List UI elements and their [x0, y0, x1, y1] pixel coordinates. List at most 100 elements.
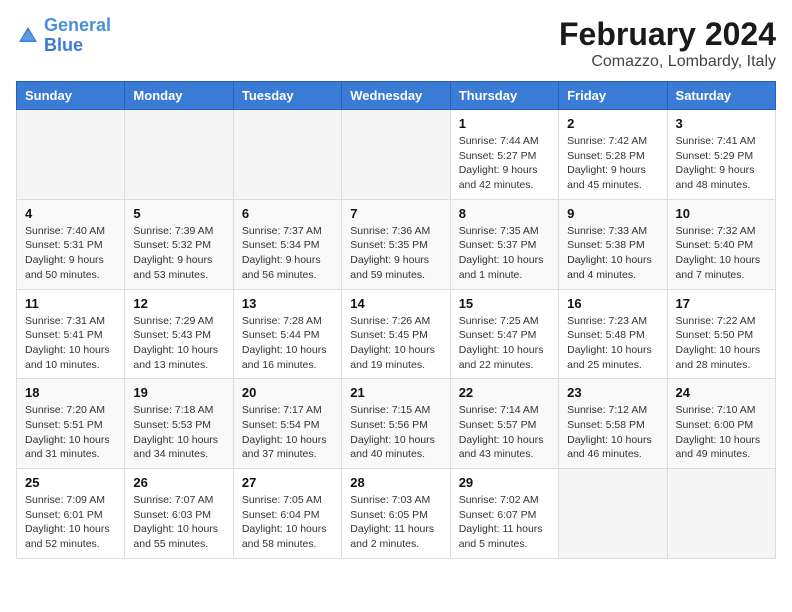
- day-number: 19: [133, 385, 224, 400]
- calendar-cell: 5 Sunrise: 7:39 AMSunset: 5:32 PMDaylight…: [125, 199, 233, 289]
- calendar-cell: 12Sunrise: 7:29 AMSunset: 5:43 PMDayligh…: [125, 289, 233, 379]
- calendar-week-row: 25 Sunrise: 7:09 AMSunset: 6:01 PMDayligh…: [17, 469, 776, 559]
- logo: General Blue: [16, 16, 111, 56]
- day-number: 23: [567, 385, 658, 400]
- day-of-week-header: Monday: [125, 82, 233, 110]
- day-info: Sunrise: 7:09 AMSunset: 6:01 PMDaylight:…: [25, 493, 116, 552]
- day-of-week-header: Tuesday: [233, 82, 341, 110]
- day-info: Sunrise: 7:18 AMSunset: 5:53 PMDaylight:…: [133, 403, 224, 462]
- calendar-cell: 20 Sunrise: 7:17 AMSunset: 5:54 PMDayligh…: [233, 379, 341, 469]
- day-info: Sunrise: 7:22 AMSunset: 5:50 PMDaylight:…: [676, 314, 767, 373]
- calendar-table: SundayMondayTuesdayWednesdayThursdayFrid…: [16, 81, 776, 559]
- day-info: Sunrise: 7:20 AMSunset: 5:51 PMDaylight:…: [25, 403, 116, 462]
- day-info: Sunrise: 7:40 AMSunset: 5:31 PMDaylight:…: [25, 224, 116, 283]
- day-number: 24: [676, 385, 767, 400]
- calendar-cell: 16 Sunrise: 7:23 AMSunset: 5:48 PMDayligh…: [559, 289, 667, 379]
- day-info: Sunrise: 7:41 AMSunset: 5:29 PMDaylight:…: [676, 134, 767, 193]
- calendar-cell: 11 Sunrise: 7:31 AMSunset: 5:41 PMDayligh…: [17, 289, 125, 379]
- day-info: Sunrise: 7:42 AMSunset: 5:28 PMDaylight:…: [567, 134, 658, 193]
- day-number: 26: [133, 475, 224, 490]
- day-number: 6: [242, 206, 333, 221]
- day-info: Sunrise: 7:31 AMSunset: 5:41 PMDaylight:…: [25, 314, 116, 373]
- day-of-week-header: Thursday: [450, 82, 558, 110]
- calendar-cell: 10 Sunrise: 7:32 AMSunset: 5:40 PMDayligh…: [667, 199, 775, 289]
- calendar-cell: [17, 110, 125, 200]
- calendar-cell: 3 Sunrise: 7:41 AMSunset: 5:29 PMDaylight…: [667, 110, 775, 200]
- day-info: Sunrise: 7:37 AMSunset: 5:34 PMDaylight:…: [242, 224, 333, 283]
- calendar-week-row: 4 Sunrise: 7:40 AMSunset: 5:31 PMDaylight…: [17, 199, 776, 289]
- day-number: 22: [459, 385, 550, 400]
- day-info: Sunrise: 7:39 AMSunset: 5:32 PMDaylight:…: [133, 224, 224, 283]
- day-number: 13: [242, 296, 333, 311]
- day-info: Sunrise: 7:36 AMSunset: 5:35 PMDaylight:…: [350, 224, 441, 283]
- calendar-cell: 18 Sunrise: 7:20 AMSunset: 5:51 PMDayligh…: [17, 379, 125, 469]
- calendar-cell: 29 Sunrise: 7:02 AMSunset: 6:07 PMDayligh…: [450, 469, 558, 559]
- day-number: 17: [676, 296, 767, 311]
- day-number: 20: [242, 385, 333, 400]
- day-number: 21: [350, 385, 441, 400]
- day-info: Sunrise: 7:23 AMSunset: 5:48 PMDaylight:…: [567, 314, 658, 373]
- day-number: 9: [567, 206, 658, 221]
- calendar-week-row: 11 Sunrise: 7:31 AMSunset: 5:41 PMDayligh…: [17, 289, 776, 379]
- calendar-cell: 15 Sunrise: 7:25 AMSunset: 5:47 PMDayligh…: [450, 289, 558, 379]
- logo-icon: [16, 24, 40, 48]
- calendar-cell: 2 Sunrise: 7:42 AMSunset: 5:28 PMDaylight…: [559, 110, 667, 200]
- month-title: February 2024: [559, 16, 776, 53]
- title-area: February 2024 Comazzo, Lombardy, Italy: [559, 16, 776, 71]
- day-number: 27: [242, 475, 333, 490]
- day-number: 28: [350, 475, 441, 490]
- calendar-cell: 21Sunrise: 7:15 AMSunset: 5:56 PMDayligh…: [342, 379, 450, 469]
- calendar-cell: 17 Sunrise: 7:22 AMSunset: 5:50 PMDayligh…: [667, 289, 775, 379]
- day-info: Sunrise: 7:28 AMSunset: 5:44 PMDaylight:…: [242, 314, 333, 373]
- calendar-cell: 1 Sunrise: 7:44 AMSunset: 5:27 PMDaylight…: [450, 110, 558, 200]
- day-number: 4: [25, 206, 116, 221]
- day-info: Sunrise: 7:12 AMSunset: 5:58 PMDaylight:…: [567, 403, 658, 462]
- day-number: 12: [133, 296, 224, 311]
- calendar-cell: [559, 469, 667, 559]
- day-info: Sunrise: 7:25 AMSunset: 5:47 PMDaylight:…: [459, 314, 550, 373]
- day-of-week-header: Friday: [559, 82, 667, 110]
- calendar-cell: 27Sunrise: 7:05 AMSunset: 6:04 PMDayligh…: [233, 469, 341, 559]
- day-number: 2: [567, 116, 658, 131]
- calendar-body: 1 Sunrise: 7:44 AMSunset: 5:27 PMDaylight…: [17, 110, 776, 559]
- calendar-cell: 23 Sunrise: 7:12 AMSunset: 5:58 PMDayligh…: [559, 379, 667, 469]
- day-number: 11: [25, 296, 116, 311]
- calendar-week-row: 18 Sunrise: 7:20 AMSunset: 5:51 PMDayligh…: [17, 379, 776, 469]
- calendar-cell: [667, 469, 775, 559]
- day-info: Sunrise: 7:17 AMSunset: 5:54 PMDaylight:…: [242, 403, 333, 462]
- day-number: 1: [459, 116, 550, 131]
- calendar-cell: 25 Sunrise: 7:09 AMSunset: 6:01 PMDayligh…: [17, 469, 125, 559]
- calendar-cell: 8Sunrise: 7:35 AMSunset: 5:37 PMDaylight…: [450, 199, 558, 289]
- day-info: Sunrise: 7:14 AMSunset: 5:57 PMDaylight:…: [459, 403, 550, 462]
- calendar-cell: [342, 110, 450, 200]
- calendar-cell: 4 Sunrise: 7:40 AMSunset: 5:31 PMDaylight…: [17, 199, 125, 289]
- day-number: 3: [676, 116, 767, 131]
- day-number: 25: [25, 475, 116, 490]
- calendar-cell: [233, 110, 341, 200]
- day-number: 8: [459, 206, 550, 221]
- calendar-week-row: 1 Sunrise: 7:44 AMSunset: 5:27 PMDaylight…: [17, 110, 776, 200]
- day-info: Sunrise: 7:44 AMSunset: 5:27 PMDaylight:…: [459, 134, 550, 193]
- day-of-week-header: Saturday: [667, 82, 775, 110]
- calendar-cell: 28Sunrise: 7:03 AMSunset: 6:05 PMDayligh…: [342, 469, 450, 559]
- calendar-cell: 9 Sunrise: 7:33 AMSunset: 5:38 PMDaylight…: [559, 199, 667, 289]
- day-info: Sunrise: 7:26 AMSunset: 5:45 PMDaylight:…: [350, 314, 441, 373]
- day-number: 29: [459, 475, 550, 490]
- day-of-week-header: Sunday: [17, 82, 125, 110]
- day-number: 16: [567, 296, 658, 311]
- calendar-cell: 14Sunrise: 7:26 AMSunset: 5:45 PMDayligh…: [342, 289, 450, 379]
- day-info: Sunrise: 7:10 AMSunset: 6:00 PMDaylight:…: [676, 403, 767, 462]
- day-number: 5: [133, 206, 224, 221]
- calendar-cell: 26Sunrise: 7:07 AMSunset: 6:03 PMDayligh…: [125, 469, 233, 559]
- day-number: 18: [25, 385, 116, 400]
- day-number: 7: [350, 206, 441, 221]
- day-info: Sunrise: 7:02 AMSunset: 6:07 PMDaylight:…: [459, 493, 550, 552]
- day-number: 15: [459, 296, 550, 311]
- day-number: 10: [676, 206, 767, 221]
- calendar-cell: 19 Sunrise: 7:18 AMSunset: 5:53 PMDayligh…: [125, 379, 233, 469]
- day-info: Sunrise: 7:33 AMSunset: 5:38 PMDaylight:…: [567, 224, 658, 283]
- page-header: General Blue February 2024 Comazzo, Lomb…: [16, 16, 776, 71]
- calendar-cell: 13 Sunrise: 7:28 AMSunset: 5:44 PMDayligh…: [233, 289, 341, 379]
- day-info: Sunrise: 7:32 AMSunset: 5:40 PMDaylight:…: [676, 224, 767, 283]
- calendar-cell: 24 Sunrise: 7:10 AMSunset: 6:00 PMDayligh…: [667, 379, 775, 469]
